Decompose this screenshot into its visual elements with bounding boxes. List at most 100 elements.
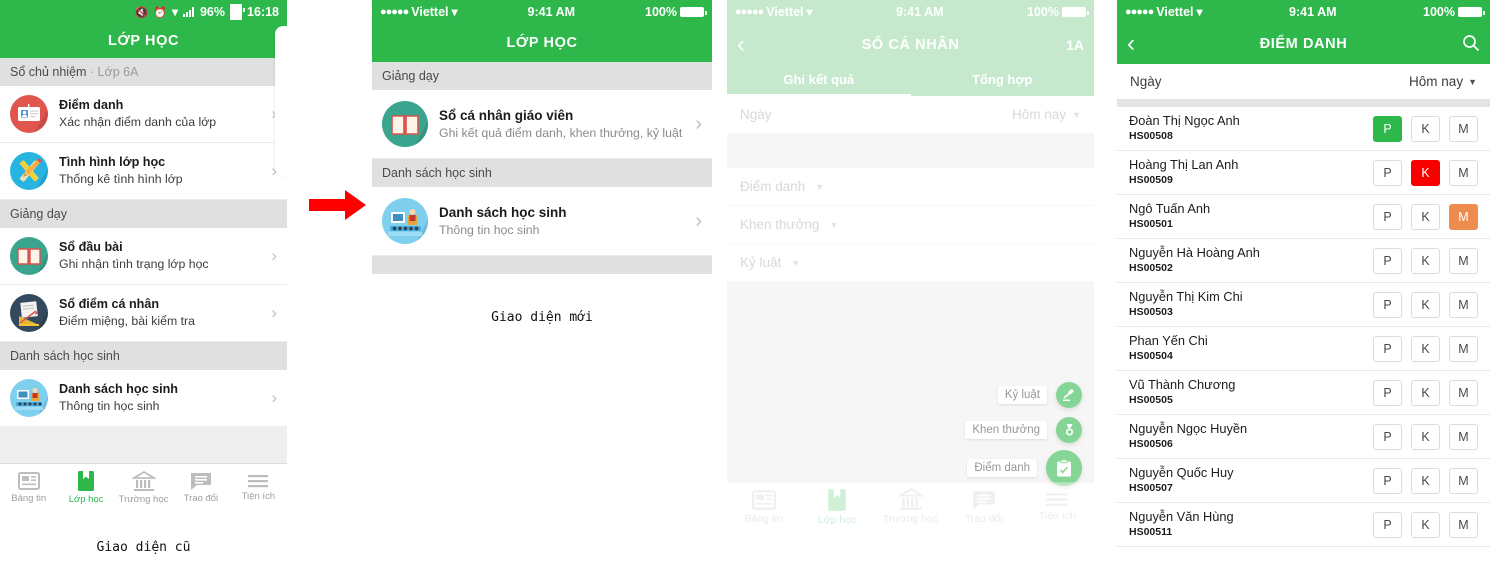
tab-bang-tin[interactable]: Bảng tin bbox=[0, 464, 57, 511]
attendance-mark-k-button[interactable]: K bbox=[1411, 159, 1440, 186]
attendance-mark-m-button[interactable]: M bbox=[1449, 203, 1478, 230]
date-filter-row[interactable]: Ngày Hôm nay ▼ bbox=[727, 96, 1094, 134]
list-item-subtitle: Thông tin học sinh bbox=[59, 399, 160, 414]
attendance-mark-m-button[interactable]: M bbox=[1449, 247, 1478, 274]
attendance-mark-group: PKM bbox=[1373, 247, 1478, 274]
wifi-icon: ▾ bbox=[171, 5, 178, 19]
tab-truong-hoc[interactable]: Trường học bbox=[874, 483, 947, 530]
attendance-mark-m-button[interactable]: M bbox=[1449, 423, 1478, 450]
attendance-mark-p-button[interactable]: P bbox=[1373, 203, 1402, 230]
list-item-so-diem-ca-nhan[interactable]: Sổ điểm cá nhân Điểm miệng, bài kiểm tra… bbox=[0, 285, 287, 342]
student-name: Ngô Tuấn Anh bbox=[1129, 201, 1211, 217]
list-item-danh-sach-hoc-sinh[interactable]: Danh sách học sinh Thông tin học sinh › bbox=[0, 370, 287, 427]
attendance-mark-m-button[interactable]: M bbox=[1449, 115, 1478, 142]
tab-tien-ich[interactable]: Tiện ích bbox=[230, 464, 287, 511]
fab-group-diem-danh[interactable]: Điểm danh bbox=[967, 450, 1082, 486]
student-identity: Nguyễn Thị Kim Chi HS00503 bbox=[1129, 289, 1373, 319]
tab-trao-doi[interactable]: Trao đổi bbox=[172, 464, 229, 511]
table-row[interactable]: Nguyễn Văn Hùng HS00511 P K M bbox=[1117, 503, 1490, 547]
attendance-mark-m-button[interactable]: M bbox=[1449, 291, 1478, 318]
student-name: Hoàng Thị Lan Anh bbox=[1129, 157, 1239, 173]
attendance-mark-p-button[interactable]: P bbox=[1373, 423, 1402, 450]
filter-ky-luat[interactable]: Kỷ luật ▼ bbox=[727, 244, 1094, 282]
attendance-mark-m-button[interactable]: M bbox=[1449, 511, 1478, 538]
attendance-mark-k-button[interactable]: K bbox=[1411, 247, 1440, 274]
student-id: HS00503 bbox=[1129, 306, 1173, 318]
student-name: Đoàn Thị Ngọc Anh bbox=[1129, 113, 1240, 129]
table-row[interactable]: Vũ Thành Chương HS00505 P K M bbox=[1117, 371, 1490, 415]
section-header-homeroom: Sổ chủ nhiệm · Lớp 6A bbox=[0, 58, 287, 86]
filter-label: Kỷ luật bbox=[740, 255, 782, 270]
clipboard-check-icon[interactable] bbox=[1046, 450, 1082, 486]
section-header-giang-day: Giảng dạy bbox=[0, 200, 287, 228]
list-item-diem-danh[interactable]: Điểm danh Xác nhận điểm danh của lớp › bbox=[0, 86, 287, 143]
list-item-so-ca-nhan-giao-vien[interactable]: Sổ cá nhân giáo viên Ghi kết quả điểm da… bbox=[372, 90, 712, 159]
table-row[interactable]: Nguyễn Ngọc Huyền HS00506 P K M bbox=[1117, 415, 1490, 459]
date-filter-row[interactable]: Ngày Hôm nay ▼ bbox=[1117, 64, 1490, 99]
attendance-mark-p-button[interactable]: P bbox=[1373, 467, 1402, 494]
tab-ghi-ket-qua[interactable]: Ghi kết quả bbox=[727, 66, 911, 96]
table-row[interactable]: Phan Yến Chi HS00504 P K M bbox=[1117, 327, 1490, 371]
filter-khen-thuong[interactable]: Khen thưởng ▼ bbox=[727, 206, 1094, 244]
attendance-mark-k-button[interactable]: K bbox=[1411, 115, 1440, 142]
chevron-right-icon: › bbox=[695, 112, 702, 135]
attendance-mark-p-button[interactable]: P bbox=[1373, 379, 1402, 406]
back-icon[interactable]: ‹ bbox=[737, 33, 745, 57]
tab-tong-hop[interactable]: Tổng hợp bbox=[911, 66, 1095, 96]
table-row[interactable]: Đoàn Thị Ngọc Anh HS00508 P K M bbox=[1117, 107, 1490, 151]
table-row[interactable]: Nguyễn Quốc Huy HS00507 P K M bbox=[1117, 459, 1490, 503]
table-row[interactable]: Nguyễn Hà Hoàng Anh HS00502 P K M bbox=[1117, 239, 1490, 283]
attendance-mark-p-button[interactable]: P bbox=[1373, 115, 1402, 142]
attendance-mark-m-button[interactable]: M bbox=[1449, 467, 1478, 494]
class-selector[interactable]: 1A bbox=[1066, 37, 1084, 53]
student-id: HS00504 bbox=[1129, 350, 1173, 362]
tab-tien-ich[interactable]: Tiện ích bbox=[1021, 483, 1094, 530]
phone-screen-diem-danh: ●●●●● Viettel ▾ 9:41 AM 100% ‹ ĐIỂM DANH… bbox=[1117, 0, 1490, 574]
filter-diem-danh[interactable]: Điểm danh ▼ bbox=[727, 168, 1094, 206]
attendance-mark-m-button[interactable]: M bbox=[1449, 159, 1478, 186]
attendance-mark-p-button[interactable]: P bbox=[1373, 335, 1402, 362]
table-row[interactable]: Nguyễn Thị Kim Chi HS00503 P K M bbox=[1117, 283, 1490, 327]
attendance-mark-p-button[interactable]: P bbox=[1373, 291, 1402, 318]
section-header-danh-sach-hoc-sinh: Danh sách học sinh bbox=[372, 159, 712, 187]
table-row[interactable]: Hoàng Thị Lan Anh HS00509 P K M bbox=[1117, 151, 1490, 195]
fab-group-ky-luat[interactable]: Kỷ luật bbox=[997, 382, 1082, 408]
tab-trao-doi[interactable]: Trao đổi bbox=[947, 483, 1020, 530]
student-id: HS00511 bbox=[1129, 526, 1173, 538]
attendance-mark-k-button[interactable]: K bbox=[1411, 291, 1440, 318]
list-item-tinh-hinh-lop-hoc[interactable]: Tình hình lớp học Thống kê tình hình lớp… bbox=[0, 143, 287, 200]
grade-chart-icon bbox=[10, 294, 48, 332]
gavel-icon[interactable] bbox=[1056, 382, 1082, 408]
battery-icon bbox=[230, 4, 245, 20]
medal-icon[interactable] bbox=[1056, 417, 1082, 443]
tab-bang-tin[interactable]: Bảng tin bbox=[727, 483, 800, 530]
attendance-mark-k-button[interactable]: K bbox=[1411, 467, 1440, 494]
list-item-danh-sach-hoc-sinh[interactable]: Danh sách học sinh Thông tin học sinh › bbox=[372, 187, 712, 256]
tab-lop-hoc[interactable]: Lớp học bbox=[57, 464, 114, 511]
attendance-mark-k-button[interactable]: K bbox=[1411, 511, 1440, 538]
tab-truong-hoc[interactable]: Trường học bbox=[115, 464, 172, 511]
attendance-mark-k-button[interactable]: K bbox=[1411, 379, 1440, 406]
attendance-mark-p-button[interactable]: P bbox=[1373, 247, 1402, 274]
attendance-mark-group: PKM bbox=[1373, 423, 1478, 450]
search-icon[interactable] bbox=[1462, 34, 1480, 55]
attendance-mark-k-button[interactable]: K bbox=[1411, 335, 1440, 362]
phone-screen-so-ca-nhan: ●●●●● Viettel ▾ 9:41 AM 100% ‹ SỔ CÁ NHÂ… bbox=[727, 0, 1094, 574]
attendance-mark-k-button[interactable]: K bbox=[1411, 203, 1440, 230]
table-row[interactable]: Ngô Tuấn Anh HS00501 P K M bbox=[1117, 195, 1490, 239]
attendance-mark-p-button[interactable]: P bbox=[1373, 159, 1402, 186]
attendance-mark-m-button[interactable]: M bbox=[1449, 335, 1478, 362]
attendance-mark-k-button[interactable]: K bbox=[1411, 423, 1440, 450]
list-item-so-dau-bai[interactable]: Sổ đầu bài Ghi nhận tình trạng lớp học › bbox=[0, 228, 287, 285]
chevron-down-icon: ▼ bbox=[1072, 109, 1081, 120]
attendance-mark-p-button[interactable]: P bbox=[1373, 511, 1402, 538]
fab-expanded-area: Kỷ luật Khen thưởng Điểm danh bbox=[727, 282, 1094, 486]
battery-percent: 100% bbox=[1027, 5, 1059, 19]
attendance-mark-m-button[interactable]: M bbox=[1449, 379, 1478, 406]
back-icon[interactable]: ‹ bbox=[1127, 32, 1135, 56]
chevron-down-icon: ▼ bbox=[1468, 76, 1477, 87]
fab-group-khen-thuong[interactable]: Khen thưởng bbox=[965, 417, 1082, 443]
tab-lop-hoc[interactable]: Lớp học bbox=[800, 483, 873, 530]
list-item-subtitle: Xác nhận điểm danh của lớp bbox=[59, 115, 217, 130]
filter-gap bbox=[727, 134, 1094, 168]
